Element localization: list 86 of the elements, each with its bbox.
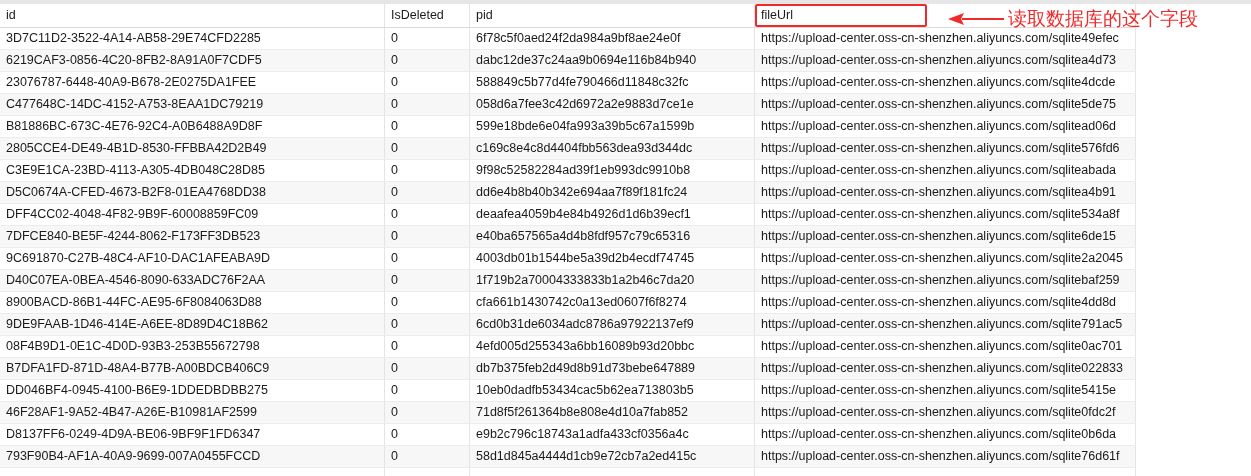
table-cell: 1f719b2a70004333833b1a2b46c7da20 [470,270,755,291]
column-header[interactable]: IsDeleted [391,8,444,22]
table-cell: 0 [385,248,470,269]
table-cell: https://upload-center.oss-cn-shenzhen.aliyuncs.com/sqlite5415e [755,380,1136,401]
table-cell: https://upload-center.oss-cn-shenzhen.aliyuncs.com/sqlite0ac701 [755,336,1136,357]
table-cell: 599e18bde6e04fa993a39b5c67a1599b [470,116,755,137]
table-cell: 23076787-6448-40A9-B678-2E0275DA1FEE [0,72,385,93]
table-cell: 0 [385,204,470,225]
table-cell: 7DFCE840-BE5F-4244-8062-F173FF3DB523 [0,226,385,247]
arrow [948,12,1004,26]
table-cell: https://upload-center.oss-cn-shenzhen.aliyuncs.com/sqlite76d61f [755,446,1136,467]
table-cell: 0 [385,182,470,203]
table-cell: 2805CCE4-DE49-4B1D-8530-FFBBA42D2B49 [0,138,385,159]
table-cell: https://upload-center.oss-cn-shenzhen.aliyuncs.com/sqliteabada [755,160,1136,181]
table-cell: dabc12de37c24aa9b0694e116b84b940 [470,50,755,71]
table-cell: D5C0674A-CFED-4673-B2F8-01EA4768DD38 [0,182,385,203]
table-cell: 8900BACD-86B1-44FC-AE95-6F8084063D88 [0,292,385,313]
table-cell: db7b375feb2d49d8b91d73bebe647889 [470,358,755,379]
table-cell: dd6e4b8b40b342e694aa7f89f181fc24 [470,182,755,203]
table-cell: D40C07EA-0BEA-4546-8090-633ADC76F2AA [0,270,385,291]
column-header[interactable]: pid [476,8,493,22]
annotation-text: 读取数据库的这个字段 [1008,6,1198,31]
table-cell: 6cd0b31de6034adc8786a97922137ef9 [470,314,755,335]
table-cell: 58d1d845a4444d1cb9e72cb7a2ed415c [470,446,755,467]
table-cell: 0 [385,292,470,313]
table-cell: B7DFA1FD-871D-48A4-B77B-A00BDCB406C9 [0,358,385,379]
table-cell: https://upload-center.oss-cn-shenzhen.aliyuncs.com/sqlite0fdc2f [755,402,1136,423]
table-cell: e9b2c796c18743a1adfa433cf0356a4c [470,424,755,445]
table-cell: 0 [385,138,470,159]
table-cell: https://upload-center.oss-cn-shenzhen.aliyuncs.com/sqlite791ac5 [755,314,1136,335]
table-cell: deaafea4059b4e84b4926d1d6b39ecf1 [470,204,755,225]
column-header[interactable]: fileUrl [755,4,927,27]
table-cell: 0 [385,226,470,247]
table-cell: https://upload-center.oss-cn-shenzhen.aliyuncs.com/sqlitebaf259 [755,270,1136,291]
table-cell: https://upload-center.oss-cn-shenzhen.aliyuncs.com/sqlite0b6da [755,424,1136,445]
table-cell: 0 [385,160,470,181]
table-cell: 9C691870-C27B-48C4-AF10-DAC1AFEABA9D [0,248,385,269]
table-cell: 0 [385,424,470,445]
table-cell: https://upload-center.oss-cn-shenzhen.aliyuncs.com/sqlite576fd6 [755,138,1136,159]
table-cell: 0 [385,314,470,335]
table-cell: https://upload-center.oss-cn-shenzhen.aliyuncs.com/sqlite4dcde [755,72,1136,93]
table-cell: C3E9E1CA-23BD-4113-A305-4DB048C28D85 [0,160,385,181]
table-cell: 46F28AF1-9A52-4B47-A26E-B10981AF2599 [0,402,385,423]
table-cell: https://upload-center.oss-cn-shenzhen.aliyuncs.com/sqlitead06d [755,116,1136,137]
table-cell: c169c8e4c8d4404fbb563dea93d344dc [470,138,755,159]
table-cell: 6f78c5f0aed24f2da984a9bf8ae24e0f [470,28,755,49]
table-cell: 10eb0dadfb53434cac5b62ea713803b5 [470,380,755,401]
table-cell: 0 [385,28,470,49]
table-cell: https://upload-center.oss-cn-shenzhen.aliyuncs.com/sqlite2a2045 [755,248,1136,269]
table-cell: 0 [385,72,470,93]
table-cell: 0 [385,270,470,291]
table-cell: e40ba657565a4d4b8fdf957c79c65316 [470,226,755,247]
table-cell: https://upload-center.oss-cn-shenzhen.aliyuncs.com/sqlitea4d73 [755,50,1136,71]
table-cell: 0 [385,116,470,137]
table-cell: https://upload-center.oss-cn-shenzhen.aliyuncs.com/sqlite4dd8d [755,292,1136,313]
table-cell: https://upload-center.oss-cn-shenzhen.aliyuncs.com/sqlite022833 [755,358,1136,379]
table-cell: B81886BC-673C-4E76-92C4-A0B6488A9D8F [0,116,385,137]
table-cell: 0 [385,446,470,467]
table-cell: 71d8f5f261364b8e808e4d10a7fab852 [470,402,755,423]
table-cell: 4efd005d255343a6bb16089b93d20bbc [470,336,755,357]
table-cell: 0 [385,402,470,423]
table-cell: cfa661b1430742c0a13ed0607f6f8274 [470,292,755,313]
table-cell: 0 [385,336,470,357]
table-cell: https://upload-center.oss-cn-shenzhen.aliyuncs.com/sqlite5de75 [755,94,1136,115]
table-cell: 0 [385,380,470,401]
table-cell: D8137FF6-0249-4D9A-BE06-9BF9F1FD6347 [0,424,385,445]
table-cell: 588849c5b77d4fe790466d11848c32fc [470,72,755,93]
table-cell: https://upload-center.oss-cn-shenzhen.aliyuncs.com/sqlite6de15 [755,226,1136,247]
table-cell: 9f98c52582284ad39f1eb993dc9910b8 [470,160,755,181]
table-cell: https://upload-center.oss-cn-shenzhen.aliyuncs.com/sqlite49efec [755,28,1136,49]
column-header[interactable]: id [6,8,16,22]
table-cell: 4003db01b1544be5a39d2b4ecdf74745 [470,248,755,269]
table-cell: 6219CAF3-0856-4C20-8FB2-8A91A0F7CDF5 [0,50,385,71]
table-cell: DFF4CC02-4048-4F82-9B9F-60008859FC09 [0,204,385,225]
table-cell: https://upload-center.oss-cn-shenzhen.aliyuncs.com/sqlite534a8f [755,204,1136,225]
table-cell: 3D7C11D2-3522-4A14-AB58-29E74CFD2285 [0,28,385,49]
table-cell: 08F4B9D1-0E1C-4D0D-93B3-253B55672798 [0,336,385,357]
table-cell: 793F90B4-AF1A-40A9-9699-007A0455FCCD [0,446,385,467]
table-cell: 0 [385,94,470,115]
table-cell: 9DE9FAAB-1D46-414E-A6EE-8D89D4C18B62 [0,314,385,335]
table-cell: C477648C-14DC-4152-A753-8EAA1DC79219 [0,94,385,115]
table-cell: 058d6a7fee3c42d6972a2e9883d7ce1e [470,94,755,115]
table-cell: DD046BF4-0945-4100-B6E9-1DDEDBDBB275 [0,380,385,401]
table-cell: 0 [385,50,470,71]
table-cell: https://upload-center.oss-cn-shenzhen.aliyuncs.com/sqlitea4b91 [755,182,1136,203]
table-cell: 0 [385,358,470,379]
